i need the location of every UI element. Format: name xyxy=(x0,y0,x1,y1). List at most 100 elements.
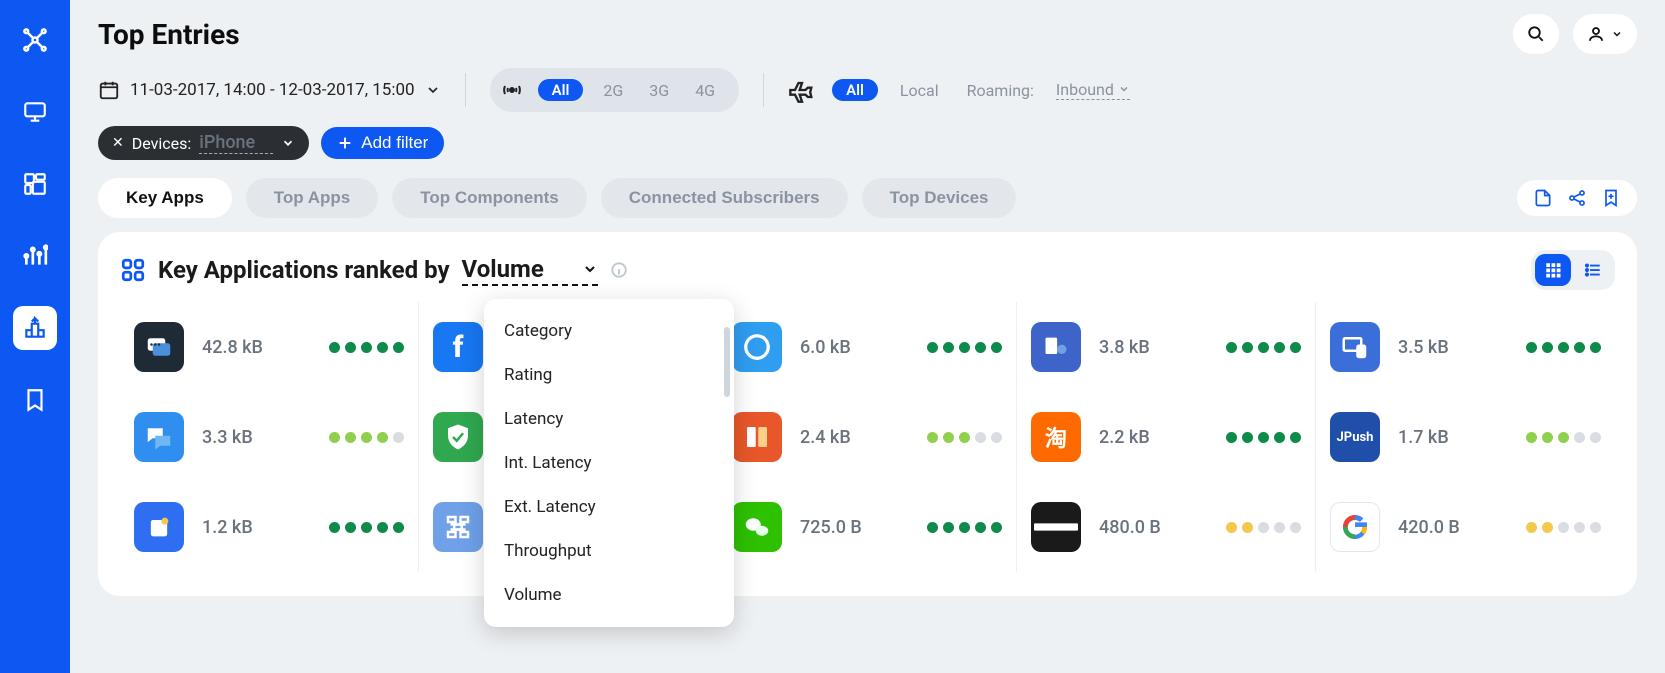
bbm-icon xyxy=(134,322,184,372)
tab-top-devices[interactable]: Top Devices xyxy=(862,178,1017,218)
roaming-local[interactable]: Local xyxy=(894,79,945,102)
app-value: 2.2 kB xyxy=(1099,427,1173,448)
export-button[interactable] xyxy=(1533,188,1553,208)
chevron-down-icon xyxy=(281,136,295,150)
card-title: Key Applications ranked by xyxy=(158,256,450,284)
app-value: 2.4 kB xyxy=(800,427,874,448)
chip-label: Devices: xyxy=(132,134,192,153)
network-opt-3g[interactable]: 3G xyxy=(643,79,675,102)
roaming-value-select[interactable]: Inbound xyxy=(1056,80,1130,100)
app-value: 6.0 kB xyxy=(800,337,874,358)
rank-option-ext-latency[interactable]: Ext. Latency xyxy=(484,485,734,529)
jpush-icon: JPush xyxy=(1330,412,1380,462)
date-range-picker[interactable]: 11-03-2017, 14:00 - 12-03-2017, 15:00 xyxy=(98,79,441,101)
grid-view-icon xyxy=(1544,261,1562,279)
app-cell[interactable]: 420.0 B xyxy=(1316,482,1615,572)
shield-icon xyxy=(433,412,483,462)
rating-dots xyxy=(1226,342,1301,353)
filters-bar: 11-03-2017, 14:00 - 12-03-2017, 15:00 Al… xyxy=(98,64,1637,122)
app-cell[interactable]: 6.0 kB xyxy=(718,302,1017,392)
nav-entries[interactable] xyxy=(13,306,57,350)
rating-dots xyxy=(329,342,404,353)
apps-grid: 42.8 kBf6.0 kB3.8 kB3.5 kB3.3 kB2.4 kB淘2… xyxy=(120,302,1615,572)
user-icon xyxy=(1587,25,1605,43)
app-cell[interactable]: 725.0 B xyxy=(718,482,1017,572)
divider xyxy=(465,73,466,107)
tab-actions xyxy=(1517,180,1637,216)
list-view-button[interactable] xyxy=(1575,254,1611,286)
app-value: 725.0 B xyxy=(800,517,874,538)
signal-icon xyxy=(500,78,524,102)
roaming-all-tag[interactable]: All xyxy=(832,79,878,101)
chevron-down-icon xyxy=(425,82,441,98)
wechat-icon xyxy=(732,502,782,552)
chip-value: iPhone xyxy=(199,132,273,154)
tab-top-apps[interactable]: Top Apps xyxy=(246,178,378,218)
nav-bookmarks[interactable] xyxy=(13,378,57,422)
rating-dots xyxy=(1226,432,1301,443)
app-value: 1.7 kB xyxy=(1398,427,1472,448)
rank-option-category[interactable]: Category xyxy=(484,309,734,353)
app-cell[interactable]: 1.2 kB xyxy=(120,482,419,572)
bookmark-add-icon xyxy=(1601,188,1621,208)
user-menu-button[interactable] xyxy=(1573,14,1637,54)
add-filter-button[interactable]: Add filter xyxy=(321,127,444,159)
tab-connected-subscribers[interactable]: Connected Subscribers xyxy=(601,178,848,218)
grid-view-button[interactable] xyxy=(1535,254,1571,286)
rating-dots xyxy=(329,432,404,443)
rating-dots xyxy=(1526,432,1601,443)
nav-monitor[interactable] xyxy=(13,90,57,134)
rating-dots xyxy=(1526,522,1601,533)
topbar: Top Entries xyxy=(98,0,1637,64)
network-filter-group: All 2G 3G 4G xyxy=(490,68,739,112)
app-cell[interactable]: 淘2.2 kB xyxy=(1017,392,1316,482)
rank-by-dropdown: CategoryRatingLatencyInt. LatencyExt. La… xyxy=(484,299,734,627)
dns-icon xyxy=(1031,322,1081,372)
app-cell[interactable]: 480.0 B xyxy=(1017,482,1316,572)
app-cell[interactable]: 3.8 kB xyxy=(1017,302,1316,392)
app-cell[interactable]: 42.8 kB xyxy=(120,302,419,392)
rank-option-rating[interactable]: Rating xyxy=(484,353,734,397)
network-opt-2g[interactable]: 2G xyxy=(597,79,629,102)
rank-by-select[interactable]: Volume xyxy=(462,255,598,286)
app-cell[interactable]: 3.3 kB xyxy=(120,392,419,482)
plus-icon xyxy=(337,135,353,151)
plane-icon xyxy=(788,76,816,104)
rank-option-latency[interactable]: Latency xyxy=(484,397,734,441)
app-cell[interactable]: 3.5 kB xyxy=(1316,302,1615,392)
tab-top-components[interactable]: Top Components xyxy=(392,178,587,218)
tabs-row: Key Apps Top Apps Top Components Connected … xyxy=(98,178,1637,218)
app-value: 480.0 B xyxy=(1099,517,1173,538)
nav-logo[interactable] xyxy=(13,18,57,62)
search-icon xyxy=(1527,25,1545,43)
google-icon xyxy=(1330,502,1380,552)
add-filter-label: Add filter xyxy=(361,133,428,153)
nav-dashboard[interactable] xyxy=(13,162,57,206)
app-cell[interactable]: 2.4 kB xyxy=(718,392,1017,482)
file-icon xyxy=(1533,188,1553,208)
app-value: 42.8 kB xyxy=(202,337,276,358)
bookmark-button[interactable] xyxy=(1601,188,1621,208)
tab-key-apps[interactable]: Key Apps xyxy=(98,178,232,218)
calendar-icon xyxy=(98,79,120,101)
info-icon[interactable] xyxy=(610,261,628,279)
app-cell[interactable]: JPush 1.7 kB xyxy=(1316,392,1615,482)
rank-option-int-latency[interactable]: Int. Latency xyxy=(484,441,734,485)
tabs: Key Apps Top Apps Top Components Connected … xyxy=(98,178,1016,218)
share-button[interactable] xyxy=(1567,188,1587,208)
roaming-filter-group: All Local Roaming: Inbound xyxy=(788,76,1130,104)
rating-dots xyxy=(1226,522,1301,533)
rank-option-volume[interactable]: Volume xyxy=(484,573,734,617)
page-title: Top Entries xyxy=(98,18,240,51)
device-icon xyxy=(1031,502,1081,552)
network-opt-4g[interactable]: 4G xyxy=(689,79,721,102)
scrollbar-thumb[interactable] xyxy=(724,327,730,397)
rank-option-throughput[interactable]: Throughput xyxy=(484,529,734,573)
network-all-tag[interactable]: All xyxy=(538,79,584,101)
chat-icon xyxy=(134,412,184,462)
remove-chip-icon[interactable]: ✕ xyxy=(112,135,124,151)
nav-analytics[interactable] xyxy=(13,234,57,278)
grid-icon xyxy=(120,257,146,283)
search-button[interactable] xyxy=(1513,14,1559,54)
device-filter-chip[interactable]: ✕ Devices: iPhone xyxy=(98,126,309,160)
